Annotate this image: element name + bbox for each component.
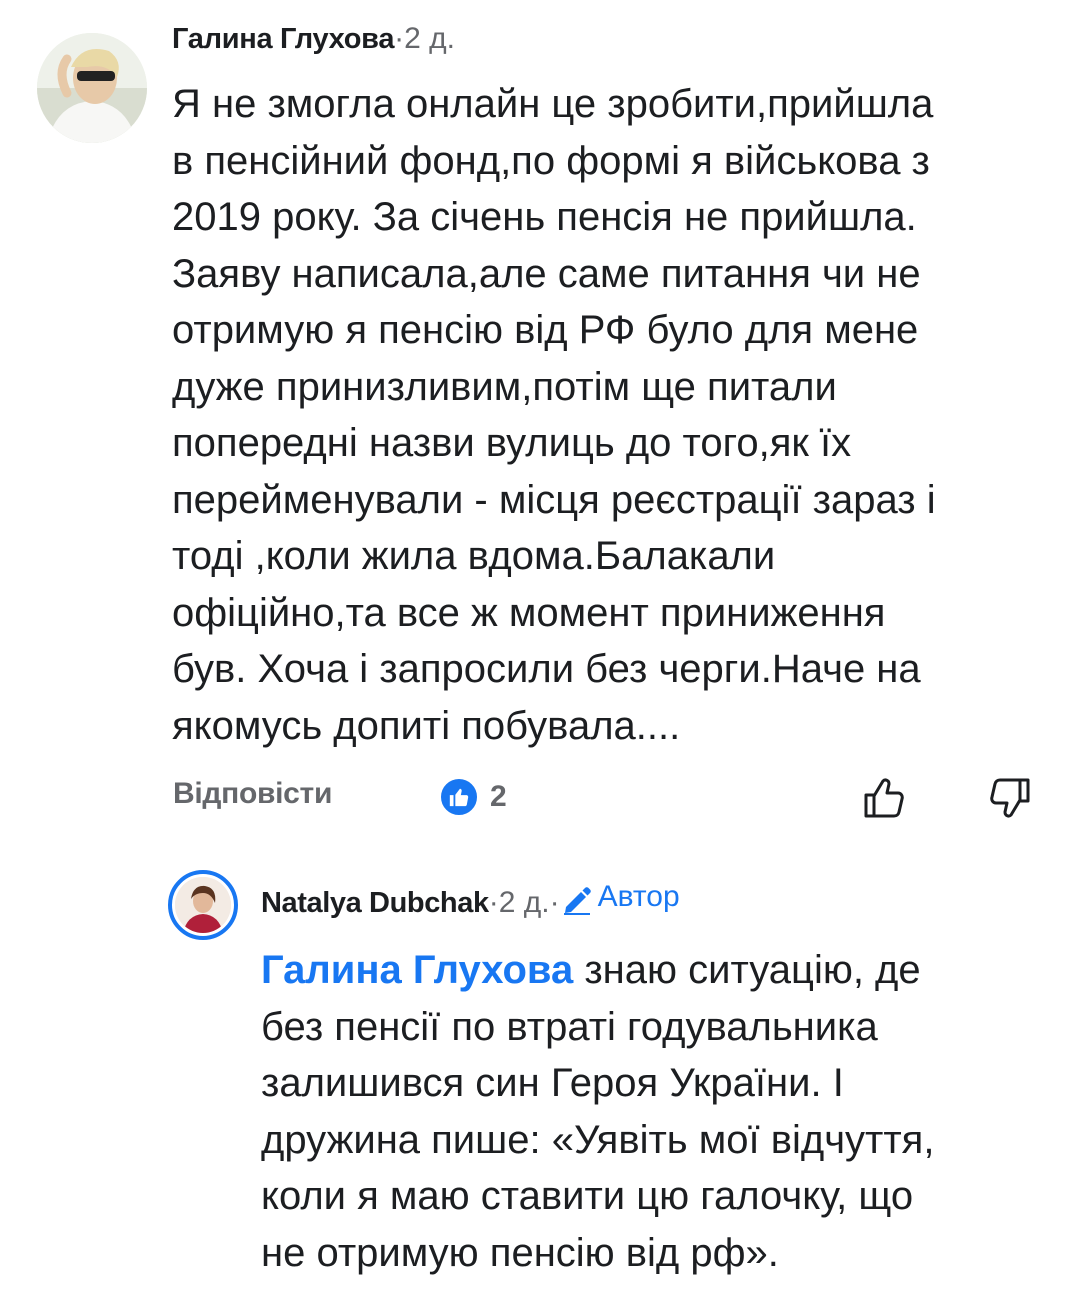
reply-button[interactable]: Відповісти: [173, 777, 332, 811]
user-photo-avatar-icon: [175, 877, 231, 933]
thumb-up-outline-icon[interactable]: [860, 774, 908, 827]
mention-link[interactable]: Галина Глухова: [261, 948, 573, 992]
author-name[interactable]: Natalya Dubchak: [261, 887, 489, 920]
meta-separator: ·: [488, 886, 499, 919]
comment-header: Natalya Dubchak · 2 д. · Автор: [261, 880, 680, 920]
avatar[interactable]: [37, 33, 147, 143]
user-photo-avatar-icon: [37, 33, 147, 143]
reaction-summary[interactable]: 2: [438, 776, 507, 818]
author-name[interactable]: Галина Глухова: [172, 23, 394, 56]
avatar[interactable]: [168, 870, 238, 940]
like-thumb-icon: [438, 776, 480, 818]
comment-body: знаю ситуацію, де без пенсії по втраті г…: [261, 948, 935, 1275]
meta-separator: ·: [549, 886, 560, 919]
author-badge: Автор: [560, 880, 680, 915]
pencil-icon: [563, 887, 591, 915]
comment-text: Я не змогла онлайн це зробити,прийшла в …: [172, 82, 936, 748]
timestamp[interactable]: 2 д.: [499, 886, 550, 920]
reaction-count: 2: [490, 780, 507, 813]
author-badge-label: Автор: [597, 880, 680, 913]
comment-text: Галина Глухова знаю ситуацію, де без пен…: [261, 942, 1051, 1281]
comment-header: Галина Глухова · 2 д.: [172, 22, 455, 56]
avatar-photo: [175, 877, 231, 933]
thumb-down-outline-icon[interactable]: [986, 774, 1034, 827]
comment-thread: Галина Глухова · 2 д. Я не змогла онлайн…: [0, 0, 1080, 1291]
meta-separator: ·: [394, 22, 405, 55]
timestamp[interactable]: 2 д.: [404, 22, 455, 56]
